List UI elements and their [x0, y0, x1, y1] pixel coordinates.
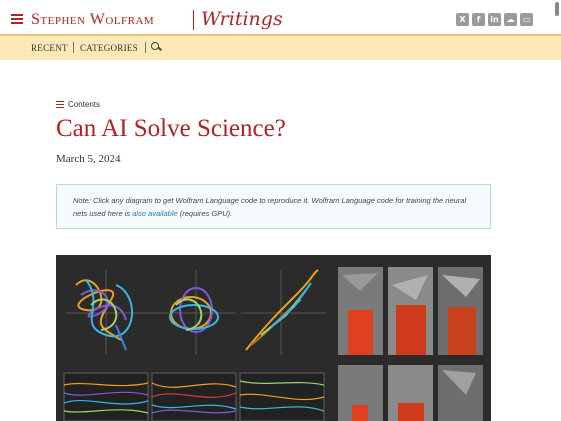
nav-separator — [145, 42, 146, 53]
also-available-link[interactable]: also available — [132, 209, 177, 218]
search-icon[interactable] — [151, 42, 162, 52]
note-suffix: (requires GPU). — [177, 209, 233, 218]
nav-recent[interactable]: RECENT — [31, 43, 68, 53]
trajectory-plot-3 — [241, 269, 326, 355]
social-links: X f in ☁ ▭ — [456, 13, 533, 26]
chat-icon[interactable]: ▭ — [520, 13, 533, 26]
article-date: March 5, 2024 — [56, 153, 121, 165]
section-title[interactable]: Writings — [201, 8, 283, 30]
sub-navigation: RECENT CATEGORIES — [0, 36, 561, 60]
contents-link[interactable]: Contents — [56, 100, 100, 109]
linkedin-icon[interactable]: in — [488, 13, 501, 26]
contents-label: Contents — [68, 100, 101, 109]
hero-diagram[interactable] — [56, 255, 491, 421]
page-title: Can AI Solve Science? — [56, 115, 286, 142]
site-brand[interactable]: Stephen Wolfram — [31, 11, 154, 29]
list-icon — [56, 101, 64, 109]
brand-divider — [193, 10, 194, 30]
nav-categories[interactable]: CATEGORIES — [80, 43, 138, 53]
automaton-panels — [338, 267, 483, 421]
note-box: Note: Click any diagram to get Wolfram L… — [56, 184, 491, 229]
top-bar: Stephen Wolfram Writings X f in ☁ ▭ — [0, 0, 561, 36]
scrollbar-thumb[interactable] — [555, 2, 559, 16]
menu-icon[interactable] — [11, 14, 23, 24]
nav-separator — [73, 42, 74, 53]
x-icon[interactable]: X — [456, 13, 469, 26]
line-plots — [63, 372, 325, 421]
hero-diagram-art — [63, 267, 483, 421]
facebook-icon[interactable]: f — [472, 13, 485, 26]
trajectory-plot-2 — [156, 270, 236, 355]
trajectory-plot-1 — [66, 270, 156, 355]
soundcloud-icon[interactable]: ☁ — [504, 13, 517, 26]
